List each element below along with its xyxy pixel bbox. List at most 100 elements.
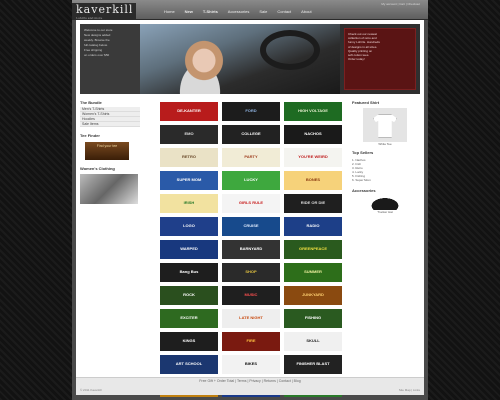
footer-links[interactable]: Free Gift + Order Total | Terms | Privac…	[76, 378, 424, 384]
featured-shirt-caption[interactable]: White Tee	[352, 142, 418, 146]
tshirt-design-text: ROCK	[183, 292, 195, 298]
tshirt-thumbnail[interactable]: COLLEGE	[222, 125, 280, 144]
footer-sitemap-link[interactable]: Site Map | Links	[399, 388, 420, 392]
footer: Free Gift + Order Total | Terms | Privac…	[76, 377, 424, 395]
hero-photo-person	[160, 36, 240, 94]
tshirt-thumbnail[interactable]: LOGO	[160, 217, 218, 236]
tshirt-thumbnail[interactable]: HIGH VOLTAGE	[284, 102, 342, 121]
tshirt-thumbnail[interactable]: ROCK	[160, 286, 218, 305]
site-logo[interactable]: kaverkill t-shirts and more	[72, 3, 136, 20]
nav-contact[interactable]: Contact	[277, 9, 291, 14]
tshirt-thumbnail[interactable]: BARNYARD	[222, 240, 280, 259]
tshirt-row: ART SCHOOL BIKES FINISHER BLAST	[160, 355, 342, 374]
tshirt-thumbnail[interactable]: PARTY	[222, 148, 280, 167]
account-links[interactable]: My account | Cart | Checkout	[381, 2, 420, 6]
tshirt-design-text: FINISHER BLAST	[296, 361, 330, 367]
tshirt-design-text: FIRE	[246, 338, 256, 344]
tshirt-design-text: EMO	[184, 131, 194, 137]
nav-about[interactable]: About	[301, 9, 311, 14]
hero-photo-steering-wheel	[260, 30, 320, 70]
tshirt-design-text: LATE NIGHT	[239, 315, 263, 321]
tshirt-thumbnail[interactable]: BONES	[284, 171, 342, 190]
tshirt-design-text: LUCKY	[244, 177, 258, 183]
content-frame: Welcome to our store New designs added w…	[76, 20, 424, 397]
main-nav: Home New T-Shirts Accessories Sale Conta…	[164, 9, 312, 14]
tshirt-thumbnail[interactable]: FISHING	[284, 309, 342, 328]
tshirt-row: WARPED BARNYARD GREENPEACE	[160, 240, 342, 259]
tshirt-thumbnail[interactable]: CRUISE	[222, 217, 280, 236]
tshirt-design-text: ART SCHOOL	[175, 361, 203, 367]
top-sellers-title: Top Sellers	[352, 150, 374, 155]
tshirt-thumbnail[interactable]: RIDE OR DIE	[284, 194, 342, 213]
tshirt-thumbnail[interactable]: GREENPEACE	[284, 240, 342, 259]
top-seller-item[interactable]: 6. Super Mom	[352, 178, 418, 182]
tshirt-thumbnail[interactable]: LUCKY	[222, 171, 280, 190]
left-sidebar: The Bundle Men's T-Shirts Women's T-Shir…	[80, 100, 140, 204]
tshirt-design-text: Bang Bus	[179, 269, 199, 275]
tshirt-thumbnail[interactable]: WARPED	[160, 240, 218, 259]
tshirt-thumbnail[interactable]: FINISHER BLAST	[284, 355, 342, 374]
tshirt-thumbnail[interactable]: RADIO	[284, 217, 342, 236]
top-navigation-bar: kaverkill t-shirts and more My account |…	[72, 0, 428, 20]
site-container: kaverkill t-shirts and more My account |…	[72, 0, 428, 400]
nav-home[interactable]: Home	[164, 9, 175, 14]
womens-clothing-photo[interactable]	[80, 174, 138, 204]
tshirt-row: LOGO CRUISE RADIO	[160, 217, 342, 236]
tshirt-design-text: FORD	[245, 108, 257, 114]
tshirt-thumbnail[interactable]: DE-KANTER	[160, 102, 218, 121]
logo-text: kaverkill	[76, 3, 134, 16]
tshirt-design-text: GIRLS RULE	[238, 200, 264, 206]
tshirt-thumbnail[interactable]: GIRLS RULE	[222, 194, 280, 213]
tshirt-thumbnail[interactable]: Bang Bus	[160, 263, 218, 282]
hero-banner: Welcome to our store New designs added w…	[80, 24, 420, 94]
nav-accessories[interactable]: Accessories	[228, 9, 250, 14]
tshirt-thumbnail[interactable]: FIRE	[222, 332, 280, 351]
tshirt-design-text: RIDE OR DIE	[300, 200, 326, 206]
tshirt-thumbnail[interactable]: KINGS	[160, 332, 218, 351]
tshirt-thumbnail[interactable]: EXCITER	[160, 309, 218, 328]
tshirt-thumbnail[interactable]: FORD	[222, 102, 280, 121]
trucker-hat-image[interactable]	[368, 196, 402, 210]
tshirt-design-text: DE-KANTER	[177, 108, 201, 114]
tshirt-design-text: BONES	[305, 177, 321, 183]
tshirt-row: IRISH GIRLS RULE RIDE OR DIE	[160, 194, 342, 213]
tshirt-thumbnail[interactable]: EMO	[160, 125, 218, 144]
nav-new[interactable]: New	[185, 9, 193, 14]
nav-sale[interactable]: Sale	[259, 9, 267, 14]
tshirt-design-text: MUSIC	[244, 292, 258, 298]
tshirt-row: EXCITER LATE NIGHT FISHING	[160, 309, 342, 328]
tshirt-thumbnail[interactable]: JUNKYARD	[284, 286, 342, 305]
tshirt-thumbnail[interactable]: ART SCHOOL	[160, 355, 218, 374]
tshirt-design-text: BIKES	[244, 361, 258, 367]
tshirt-design-text: PARTY	[244, 154, 258, 160]
tshirt-grid: DE-KANTER FORD HIGH VOLTAGE EMO COLLEGE NACHO…	[160, 102, 342, 400]
accessory-caption[interactable]: Trucker Hat	[352, 210, 418, 214]
tshirt-design-text: NACHOS	[304, 131, 322, 137]
tshirt-design-text: COLLEGE	[241, 131, 261, 137]
tshirt-design-text: RETRO	[182, 154, 196, 160]
sidebar-title: The Bundle	[80, 100, 102, 105]
tshirt-design-text: WARPED	[180, 246, 198, 252]
tshirt-thumbnail[interactable]: SUPER MOM	[160, 171, 218, 190]
tshirt-icon	[373, 114, 397, 138]
tshirt-thumbnail[interactable]: RETRO	[160, 148, 218, 167]
tshirt-thumbnail[interactable]: NACHOS	[284, 125, 342, 144]
tshirt-thumbnail[interactable]: LATE NIGHT	[222, 309, 280, 328]
tshirt-thumbnail[interactable]: YOU'RE WEIRD	[284, 148, 342, 167]
tshirt-thumbnail[interactable]: IRISH	[160, 194, 218, 213]
tshirt-row: RETRO PARTY YOU'RE WEIRD	[160, 148, 342, 167]
hero-photo[interactable]	[140, 24, 340, 94]
tshirt-row: ROCK MUSIC JUNKYARD	[160, 286, 342, 305]
tshirt-thumbnail[interactable]: BIKES	[222, 355, 280, 374]
hero-sidebar-text: Welcome to our store New designs added w…	[80, 24, 140, 94]
tshirt-thumbnail[interactable]: SHOP	[222, 263, 280, 282]
sidebar-item-sale[interactable]: Sale Items	[80, 122, 140, 127]
featured-shirt-image[interactable]	[363, 108, 407, 142]
promo-banner[interactable]: Find your tee	[85, 142, 129, 160]
tshirt-thumbnail[interactable]: SUMMER	[284, 263, 342, 282]
tshirt-design-text: IRISH	[183, 200, 195, 206]
tshirt-design-text: SUPER MOM	[176, 177, 202, 183]
nav-t-shirts[interactable]: T-Shirts	[203, 9, 218, 14]
tshirt-thumbnail[interactable]: MUSIC	[222, 286, 280, 305]
tshirt-thumbnail[interactable]: SKULL	[284, 332, 342, 351]
